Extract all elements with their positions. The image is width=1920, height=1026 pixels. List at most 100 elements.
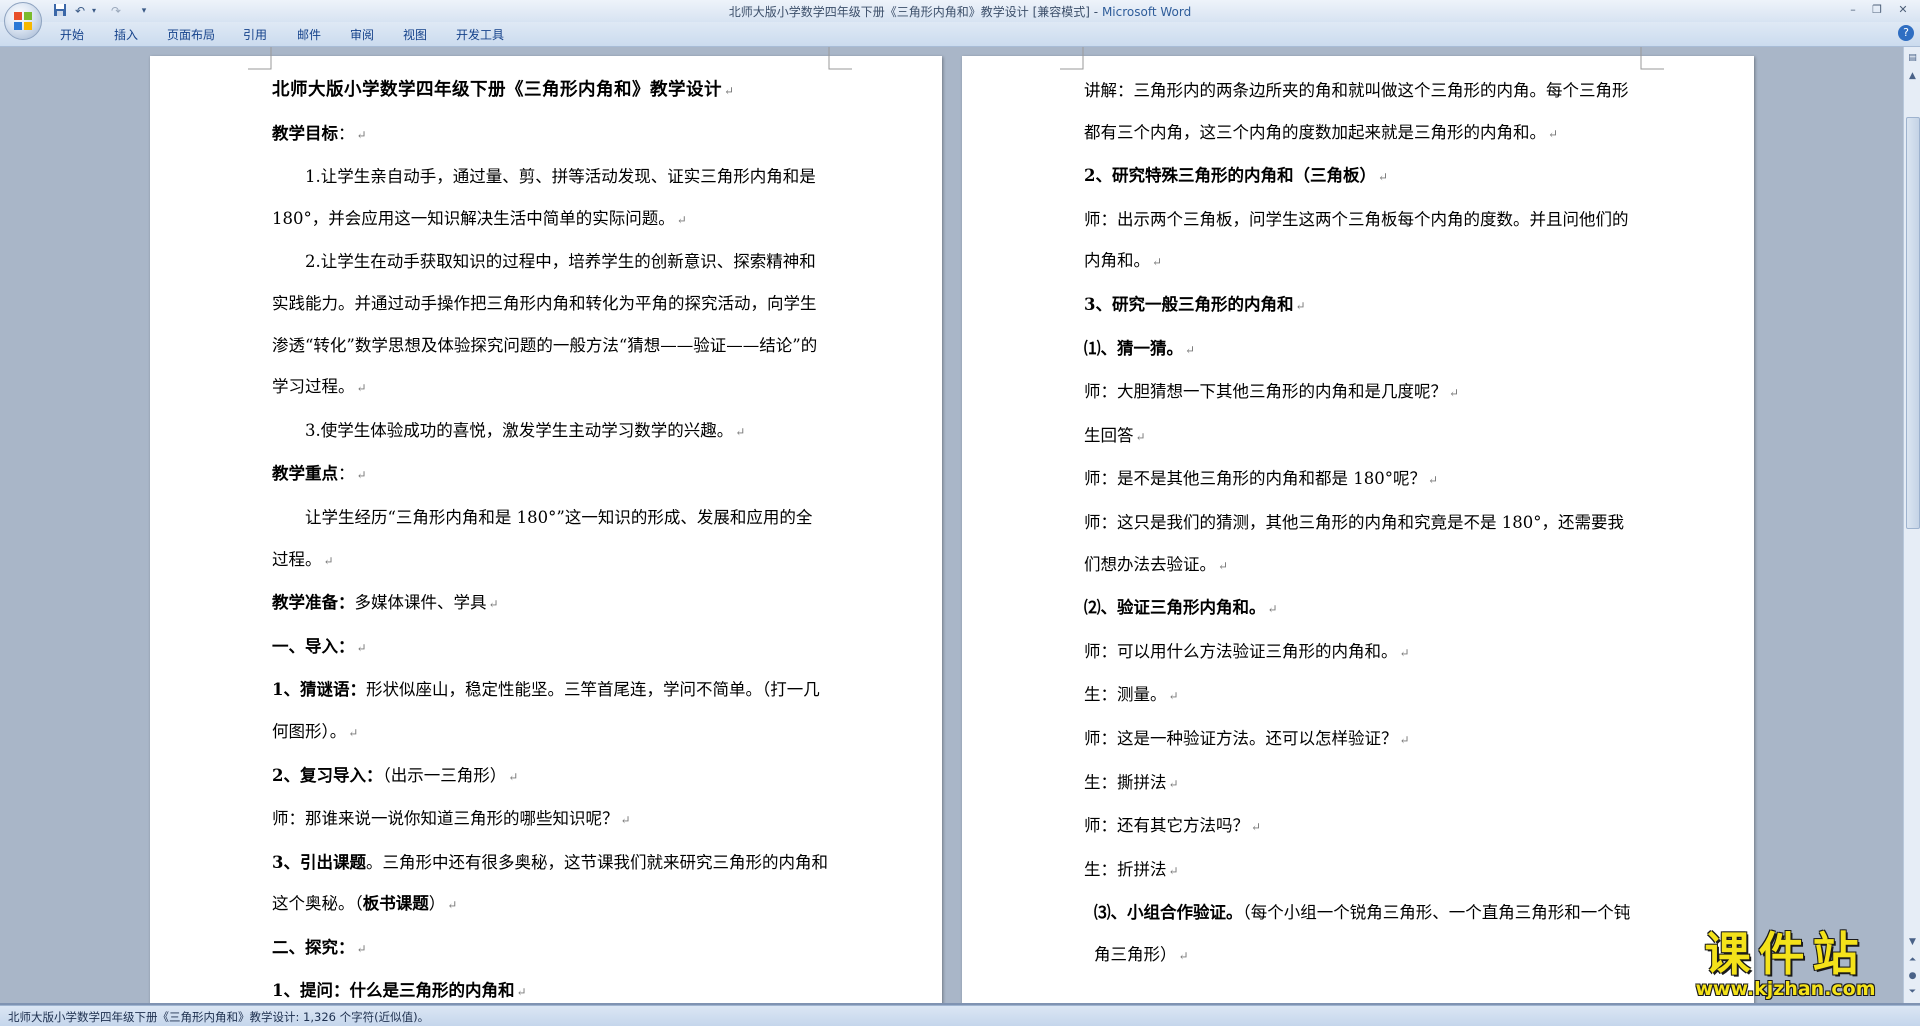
text-run: 师：是不是其他三角形的内角和都是 180°呢？ [1084,469,1426,489]
ruler-toggle-icon[interactable]: ▤ [1906,51,1919,65]
title-bar: ↶ ▾ ↷ ▾ 北师大版小学数学四年级下册《三角形内角和》教学设计 [兼容模式]… [0,0,1920,23]
text-run: ⑴、猜一猜。 [1084,338,1183,358]
text-run: 1.让学生亲自动手，通过量、剪、拼等活动发现、证实三角形内角和是 180°，并会… [272,167,816,228]
text-run: ： [338,123,355,143]
paragraph: 师：那谁来说一说你知道三角形的哪些知识呢？ ↵ [272,798,828,842]
text-run: 教学目标 [272,123,338,143]
restore-icon[interactable]: ❐ [1866,2,1888,18]
next-page-icon[interactable]: ⏷ [1906,985,1919,999]
text-run: 板书课题 [362,894,429,914]
text-run: 让学生经历“三角形内角和是 180°”这一知识的形成、发展和应用的全过程。 [272,507,813,569]
text-run: 3.使学生体验成功的喜悦，激发学生主动学习数学的兴趣。 [305,420,734,440]
paragraph: 师：是不是其他三角形的内角和都是 180°呢？ ↵ [1084,458,1640,502]
paragraph-mark-icon: ↵ [1267,602,1278,617]
text-run: 2、研究特殊三角形的内角和（三角板） [1084,166,1376,186]
paragraph-mark-icon: ↵ [516,985,527,1000]
margin-corner-mark [828,47,852,70]
text-run: 师：这只是我们的猜测，其他三角形的内角和究竟是不是 180°，还需要我们想办法去… [1084,512,1624,574]
paragraph-mark-icon: ↵ [356,127,367,142]
office-button-icon[interactable] [4,2,42,40]
text-run: 师：这是一种验证方法。还可以怎样验证？ [1084,728,1398,748]
tab-view[interactable]: 视图 [403,26,427,43]
margin-corner-mark [248,47,272,70]
scroll-up-icon[interactable]: ▲ [1906,69,1919,83]
paragraph: 1.让学生亲自动手，通过量、剪、拼等活动发现、证实三角形内角和是 180°，并会… [272,156,828,241]
watermark-url: www.kjzhan.com [1695,978,1876,1000]
paragraph-mark-icon: ↵ [488,597,499,612]
text-run: 生：撕拼法 [1084,772,1167,792]
paragraph-mark-icon: ↵ [1168,776,1179,791]
paragraph-mark-icon: ↵ [1135,429,1146,444]
status-bar: 北师大版小学数学四年级下册《三角形内角和》教学设计: 1,326 个字符(近似值… [0,1005,1920,1026]
paragraph: 一、导入： ↵ [272,626,828,670]
tab-mailings[interactable]: 邮件 [297,26,321,43]
previous-page-icon[interactable]: ⏶ [1906,953,1919,967]
paragraph: 教学准备：多媒体课件、学具 ↵ [272,582,828,626]
tab-references[interactable]: 引用 [243,26,267,43]
paragraph-mark-icon: ↵ [1399,732,1410,747]
paragraph-mark-icon: ↵ [323,553,334,568]
paragraph: 让学生经历“三角形内角和是 180°”这一知识的形成、发展和应用的全过程。 ↵ [272,497,828,582]
tab-developer[interactable]: 开发工具 [456,26,504,43]
app-name: Microsoft Word [1101,5,1192,19]
help-icon[interactable]: ? [1898,25,1914,41]
paragraph: 2、复习导入：（出示一三角形） ↵ [272,755,828,799]
paragraph-mark-icon: ↵ [1251,820,1262,835]
vertical-scrollbar[interactable]: ▤ ▲ ▼ ⏶ ● ⏷ [1903,47,1920,1003]
text-run: 师：还有其它方法吗？ [1084,816,1249,836]
paragraph: 教学重点： ↵ [272,453,828,497]
paragraph: 师：出示两个三角板，问学生这两个三角板每个内角的度数。并且问他们的内角和。 ↵ [1084,199,1640,284]
paragraph: 生：折拼法 ↵ [1084,849,1640,893]
text-run: 讲解：三角形内的两条边所夹的角和就叫做这个三角形的内角。每个三角形都有三个内角，… [1084,81,1629,142]
paragraph-mark-icon: ↵ [676,212,687,227]
paragraph: 师：还有其它方法吗？ ↵ [1084,805,1640,849]
scroll-down-icon[interactable]: ▼ [1906,935,1919,949]
text-run: ⑶、小组合作验证。 [1094,903,1243,923]
paragraph: 2.让学生在动手获取知识的过程中，培养学生的创新意识、探索精神和实践能力。并通过… [272,241,828,409]
tab-page-layout[interactable]: 页面布局 [167,26,215,43]
minimize-icon[interactable]: – [1842,2,1864,18]
paragraph: 3、引出课题。三角形中还有很多奥秘，这节课我们就来研究三角形的内角和这个奥秘。（… [272,842,828,927]
tab-home[interactable]: 开始 [60,26,84,43]
text-run: 多媒体课件、学具 [354,593,487,613]
paragraph-mark-icon: ↵ [356,941,367,956]
text-run: 3、研究一般三角形的内角和 [1084,294,1294,314]
page-right-content: 讲解：三角形内的两条边所夹的角和就叫做这个三角形的内角。每个三角形都有三个内角，… [1084,70,1640,977]
margin-corner-mark [1640,47,1664,70]
window-title: 北师大版小学数学四年级下册《三角形内角和》教学设计 [兼容模式] - Micro… [0,3,1920,20]
close-icon[interactable]: ✕ [1892,2,1914,18]
paragraph: 师：这只是我们的猜测，其他三角形的内角和究竟是不是 180°，还需要我们想办法去… [1084,502,1640,587]
paragraph-mark-icon: ↵ [348,725,359,740]
paragraph: 教学目标： ↵ [272,113,828,157]
tab-review[interactable]: 审阅 [350,26,374,43]
paragraph: 师：大胆猜想一下其他三角形的内角和是几度呢？ ↵ [1084,371,1640,415]
text-run: 教学重点 [272,464,338,484]
paragraph-mark-icon: ↵ [356,381,367,396]
paragraph-mark-icon: ↵ [724,84,735,98]
paragraph-mark-icon: ↵ [735,424,746,439]
text-run: 师：那谁来说一说你知道三角形的哪些知识呢？ [272,809,619,829]
paragraph-mark-icon: ↵ [620,813,631,828]
tab-insert[interactable]: 插入 [114,26,138,43]
paragraph: 生回答 ↵ [1084,415,1640,459]
page-left[interactable]: 北师大版小学数学四年级下册《三角形内角和》教学设计 ↵ 教学目标： ↵ 1.让学生亲自动… [150,47,942,1003]
paragraph: 生：撕拼法 ↵ [1084,762,1640,806]
paragraph: 1、提问：什么是三角形的内角和 ↵ [272,970,828,1003]
text-run: 2、复习导入： [272,765,383,785]
paragraph-mark-icon: ↵ [1152,255,1163,270]
watermark-title: 课件站 [1704,927,1867,981]
text-run: 师：可以用什么方法验证三角形的内角和。 [1084,641,1398,661]
paragraph-mark-icon: ↵ [1168,689,1179,704]
paragraph: 师：这是一种验证方法。还可以怎样验证？ ↵ [1084,718,1640,762]
paragraph: 3、研究一般三角形的内角和 ↵ [1084,284,1640,328]
paragraph-mark-icon: ↵ [447,898,458,913]
text-run: 教学准备： [272,593,355,613]
text-run: 师：出示两个三角板，问学生这两个三角板每个内角的度数。并且问他们的内角和。 [1084,209,1629,271]
text-run: 师：大胆猜想一下其他三角形的内角和是几度呢？ [1084,382,1447,402]
page-right[interactable]: 讲解：三角形内的两条边所夹的角和就叫做这个三角形的内角。每个三角形都有三个内角，… [962,47,1754,1003]
text-run: 一、导入： [272,636,355,656]
scrollbar-thumb[interactable] [1906,117,1920,529]
text-run: 1、提问：什么是三角形的内角和 [272,981,515,1001]
select-browse-object-icon[interactable]: ● [1906,969,1919,983]
paragraph-mark-icon: ↵ [1168,863,1179,878]
